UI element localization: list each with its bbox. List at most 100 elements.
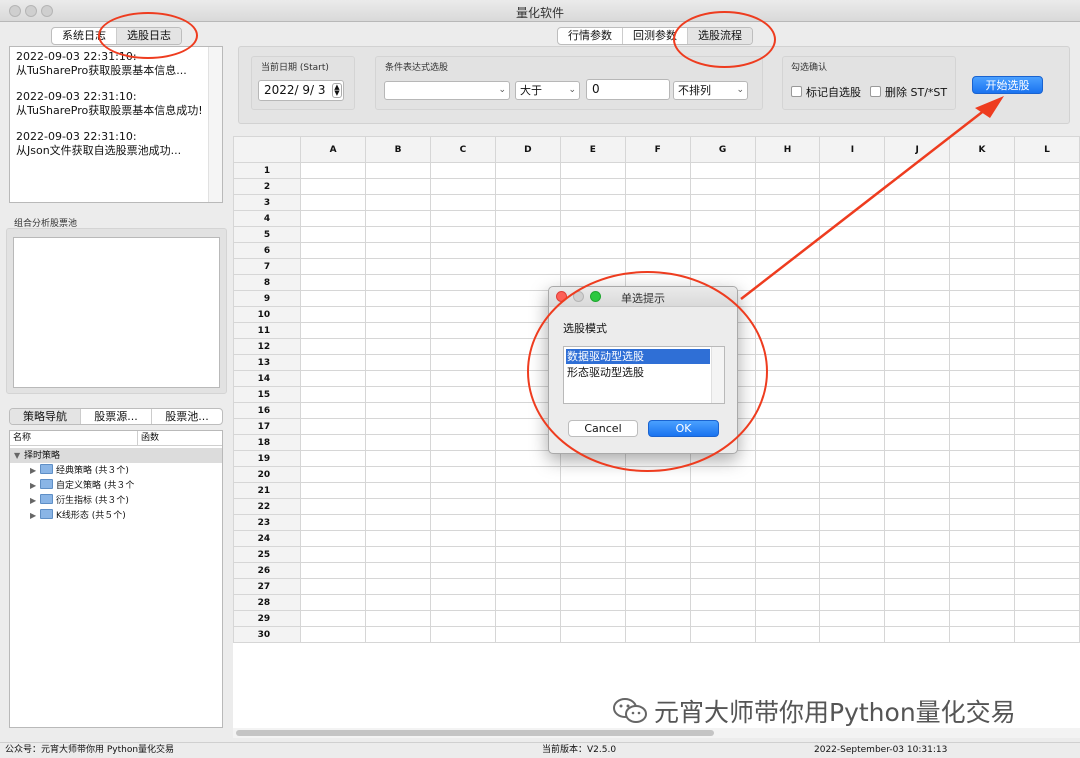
grid-cell[interactable]	[754, 498, 821, 515]
grid-cell[interactable]	[1014, 450, 1080, 467]
grid-cell[interactable]	[559, 594, 626, 611]
grid-cell[interactable]	[429, 498, 496, 515]
grid-cell[interactable]	[689, 466, 756, 483]
grid-cell[interactable]	[1014, 226, 1080, 243]
grid-cell[interactable]	[429, 290, 496, 307]
collapsed-triangle-icon[interactable]: ▶	[30, 463, 40, 478]
grid-cell[interactable]	[819, 530, 886, 547]
grid-cell[interactable]	[884, 626, 951, 643]
grid-cell[interactable]	[559, 178, 626, 195]
grid-cell[interactable]	[494, 210, 561, 227]
grid-cell[interactable]	[365, 226, 431, 243]
checkbox-icon[interactable]	[870, 86, 881, 97]
mode-option-data-driven[interactable]: 数据驱动型选股	[566, 349, 710, 364]
tab-stock-pool[interactable]: 股票池...	[152, 409, 222, 424]
grid-cell[interactable]	[819, 578, 886, 595]
grid-cell[interactable]	[494, 242, 561, 259]
grid-cell[interactable]	[300, 354, 367, 371]
grid-cell[interactable]	[365, 514, 431, 531]
grid-cell[interactable]	[559, 482, 626, 499]
grid-cell[interactable]	[559, 162, 626, 179]
grid-cell[interactable]	[819, 290, 886, 307]
grid-cell[interactable]	[754, 242, 821, 259]
grid-cell[interactable]	[624, 562, 691, 579]
grid-cell[interactable]	[1014, 418, 1080, 435]
grid-cell[interactable]	[1014, 530, 1080, 547]
grid-cell[interactable]	[494, 498, 561, 515]
grid-cell[interactable]	[429, 178, 496, 195]
grid-cell[interactable]	[559, 226, 626, 243]
threshold-input[interactable]: 0	[586, 79, 670, 100]
grid-cell[interactable]	[884, 338, 951, 355]
grid-cell[interactable]	[754, 274, 821, 291]
row-header[interactable]: 21	[233, 482, 302, 499]
grid-cell[interactable]	[819, 514, 886, 531]
grid-cell[interactable]	[429, 562, 496, 579]
grid-cell[interactable]	[754, 434, 821, 451]
grid-cell[interactable]	[754, 530, 821, 547]
grid-cell[interactable]	[819, 162, 886, 179]
grid-cell[interactable]	[365, 562, 431, 579]
grid-cell[interactable]	[365, 370, 431, 387]
grid-cell[interactable]	[429, 354, 496, 371]
grid-cell[interactable]	[689, 546, 756, 563]
grid-cell[interactable]	[689, 594, 756, 611]
grid-cell[interactable]	[949, 370, 1015, 387]
grid-cell[interactable]	[300, 194, 367, 211]
grid-cell[interactable]	[494, 226, 561, 243]
grid-cell[interactable]	[429, 338, 496, 355]
grid-cell[interactable]	[624, 482, 691, 499]
row-header[interactable]: 15	[233, 386, 302, 403]
grid-cell[interactable]	[754, 546, 821, 563]
grid-cell[interactable]	[884, 322, 951, 339]
grid-cell[interactable]	[1014, 402, 1080, 419]
grid-cell[interactable]	[300, 530, 367, 547]
grid-cell[interactable]	[559, 562, 626, 579]
grid-cell[interactable]	[300, 482, 367, 499]
grid-cell[interactable]	[949, 498, 1015, 515]
row-header[interactable]: 22	[233, 498, 302, 515]
tree-header-func[interactable]: 函数	[138, 431, 159, 445]
grid-cell[interactable]	[754, 354, 821, 371]
column-header[interactable]: G	[689, 136, 756, 163]
grid-cell[interactable]	[819, 322, 886, 339]
row-header[interactable]: 13	[233, 354, 302, 371]
grid-cell[interactable]	[365, 530, 431, 547]
grid-cell[interactable]	[884, 498, 951, 515]
grid-cell[interactable]	[754, 178, 821, 195]
grid-cell[interactable]	[1014, 594, 1080, 611]
grid-cell[interactable]	[884, 418, 951, 435]
grid-cell[interactable]	[365, 162, 431, 179]
grid-cell[interactable]	[949, 322, 1015, 339]
grid-cell[interactable]	[754, 482, 821, 499]
grid-cell[interactable]	[559, 514, 626, 531]
grid-cell[interactable]	[884, 578, 951, 595]
grid-cell[interactable]	[819, 306, 886, 323]
grid-cell[interactable]	[884, 402, 951, 419]
grid-cell[interactable]	[754, 562, 821, 579]
grid-cell[interactable]	[754, 450, 821, 467]
grid-cell[interactable]	[1014, 322, 1080, 339]
grid-cell[interactable]	[300, 466, 367, 483]
grid-cell[interactable]	[1014, 546, 1080, 563]
column-header[interactable]: I	[819, 136, 886, 163]
grid-cell[interactable]	[949, 226, 1015, 243]
grid-cell[interactable]	[429, 370, 496, 387]
tree-item[interactable]: ▶ K线形态 (共５个)	[30, 508, 126, 523]
grid-cell[interactable]	[1014, 562, 1080, 579]
grid-cell[interactable]	[494, 466, 561, 483]
grid-cell[interactable]	[754, 338, 821, 355]
grid-cell[interactable]	[624, 226, 691, 243]
grid-cell[interactable]	[819, 274, 886, 291]
grid-cell[interactable]	[624, 514, 691, 531]
grid-cell[interactable]	[689, 498, 756, 515]
row-header[interactable]: 14	[233, 370, 302, 387]
grid-cell[interactable]	[884, 274, 951, 291]
grid-cell[interactable]	[559, 258, 626, 275]
column-header[interactable]: E	[559, 136, 626, 163]
grid-cell[interactable]	[1014, 290, 1080, 307]
grid-cell[interactable]	[949, 306, 1015, 323]
expanded-triangle-icon[interactable]: ▼	[14, 448, 24, 463]
tree-item[interactable]: ▶ 自定义策略 (共３个	[30, 478, 134, 493]
grid-cell[interactable]	[819, 626, 886, 643]
